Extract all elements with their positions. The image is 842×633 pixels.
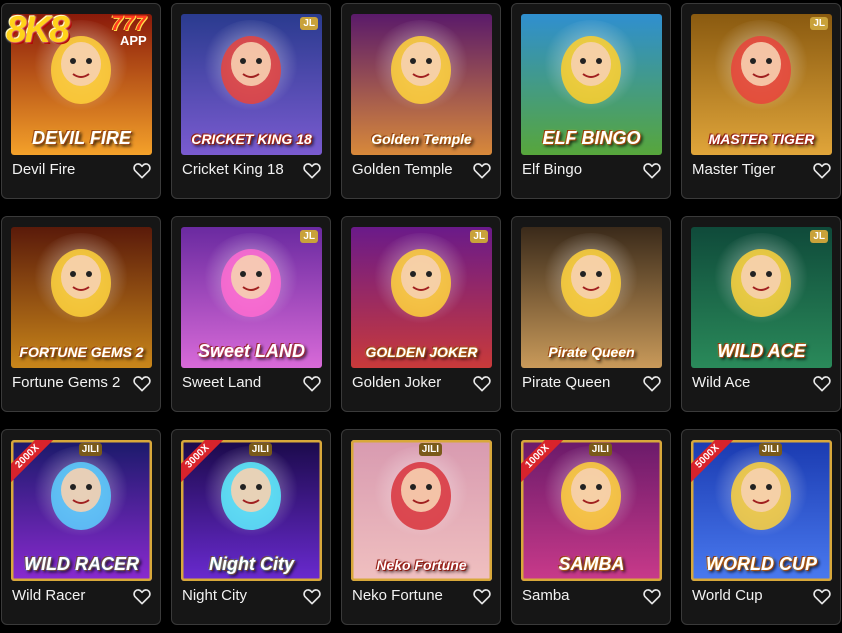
game-thumbnail[interactable]: WORLD CUP JILI 5000X [691,440,832,581]
favorite-heart-icon[interactable] [133,375,151,392]
game-art-title: CRICKET KING 18 [191,131,312,147]
brand-logo: 8K8 777 APP [6,9,147,50]
game-thumbnail[interactable]: ELF BINGO [521,14,662,155]
favorite-heart-icon[interactable] [643,162,661,179]
game-art-title: Neko Fortune [376,557,467,573]
game-art-title: GOLDEN JOKER [365,344,478,360]
game-thumbnail[interactable]: GOLDEN JOKER JL [351,227,492,368]
game-thumbnail[interactable]: SAMBA JILI 1000X [521,440,662,581]
provider-badge: JL [810,17,828,30]
game-card[interactable]: GOLDEN JOKER JL Golden Joker [341,216,501,412]
game-thumbnail[interactable]: Pirate Queen [521,227,662,368]
game-thumbnail[interactable]: MASTER TIGER JL [691,14,832,155]
provider-badge: JILI [248,443,272,456]
game-thumbnail[interactable]: Golden Temple [351,14,492,155]
game-card[interactable]: Neko Fortune JILI Neko Fortune [341,429,501,625]
game-art-title: SAMBA [558,554,625,574]
provider-badge: JL [300,17,318,30]
game-card[interactable]: WORLD CUP JILI 5000X World Cup [681,429,841,625]
game-title[interactable]: Samba [522,586,570,606]
game-title[interactable]: Pirate Queen [522,373,610,393]
game-title[interactable]: World Cup [692,586,763,606]
favorite-heart-icon[interactable] [303,162,321,179]
favorite-heart-icon[interactable] [643,588,661,605]
favorite-heart-icon[interactable] [643,375,661,392]
game-card[interactable]: Golden Temple Golden Temple [341,3,501,199]
game-art-title: ELF BINGO [542,128,641,148]
game-thumbnail[interactable]: WILD RACER JILI 2000X [11,440,152,581]
game-title[interactable]: Golden Joker [352,373,441,393]
game-title[interactable]: Elf Bingo [522,160,582,180]
game-title[interactable]: Fortune Gems 2 [12,373,120,393]
game-thumbnail[interactable]: FORTUNE GEMS 2 [11,227,152,368]
favorite-heart-icon[interactable] [473,375,491,392]
game-title[interactable]: Cricket King 18 [182,160,284,180]
game-title[interactable]: Neko Fortune [352,586,443,606]
favorite-heart-icon[interactable] [133,588,151,605]
provider-badge: JL [470,230,488,243]
game-thumbnail[interactable]: Sweet LAND JL [181,227,322,368]
favorite-heart-icon[interactable] [133,162,151,179]
game-art-title: MASTER TIGER [708,131,815,147]
game-thumbnail[interactable]: WILD ACE JL [691,227,832,368]
provider-badge: JILI [78,443,102,456]
game-art-title: Golden Temple [371,131,472,147]
game-thumbnail[interactable]: Neko Fortune JILI [351,440,492,581]
game-art-title: Sweet LAND [197,341,305,361]
game-art-title: WILD RACER [24,554,139,574]
game-title[interactable]: Wild Ace [692,373,750,393]
game-art-title: WILD ACE [717,341,806,361]
game-title[interactable]: Wild Racer [12,586,85,606]
favorite-heart-icon[interactable] [813,162,831,179]
game-card[interactable]: ELF BINGO Elf Bingo [511,3,671,199]
game-art-title: WORLD CUP [706,554,817,574]
game-grid: DEVIL FIRE Devil Fire CRICKET KING 18 JL Cr… [0,0,842,633]
favorite-heart-icon[interactable] [473,162,491,179]
favorite-heart-icon[interactable] [303,588,321,605]
game-art-title: Pirate Queen [548,344,635,360]
game-card[interactable]: WILD ACE JL Wild Ace [681,216,841,412]
game-title[interactable]: Night City [182,586,247,606]
game-title[interactable]: Sweet Land [182,373,261,393]
provider-badge: JILI [758,443,782,456]
game-thumbnail[interactable]: CRICKET KING 18 JL [181,14,322,155]
game-art-title: DEVIL FIRE [32,128,131,148]
favorite-heart-icon[interactable] [813,375,831,392]
game-card[interactable]: MASTER TIGER JL Master Tiger [681,3,841,199]
favorite-heart-icon[interactable] [473,588,491,605]
game-card[interactable]: SAMBA JILI 1000X Samba [511,429,671,625]
game-card[interactable]: WILD RACER JILI 2000X Wild Racer [1,429,161,625]
favorite-heart-icon[interactable] [813,588,831,605]
favorite-heart-icon[interactable] [303,375,321,392]
game-title[interactable]: Golden Temple [352,160,453,180]
game-card[interactable]: Sweet LAND JL Sweet Land [171,216,331,412]
game-card[interactable]: Night City JILI 3000X Night City [171,429,331,625]
game-thumbnail[interactable]: Night City JILI 3000X [181,440,322,581]
game-card[interactable]: Pirate Queen Pirate Queen [511,216,671,412]
provider-badge: JILI [588,443,612,456]
game-art-title: FORTUNE GEMS 2 [19,344,144,360]
provider-badge: JL [300,230,318,243]
game-card[interactable]: CRICKET KING 18 JL Cricket King 18 [171,3,331,199]
provider-badge: JL [810,230,828,243]
provider-badge: JILI [418,443,442,456]
game-card[interactable]: FORTUNE GEMS 2 Fortune Gems 2 [1,216,161,412]
game-art-title: Night City [209,554,294,574]
game-title[interactable]: Master Tiger [692,160,775,180]
game-title[interactable]: Devil Fire [12,160,75,180]
